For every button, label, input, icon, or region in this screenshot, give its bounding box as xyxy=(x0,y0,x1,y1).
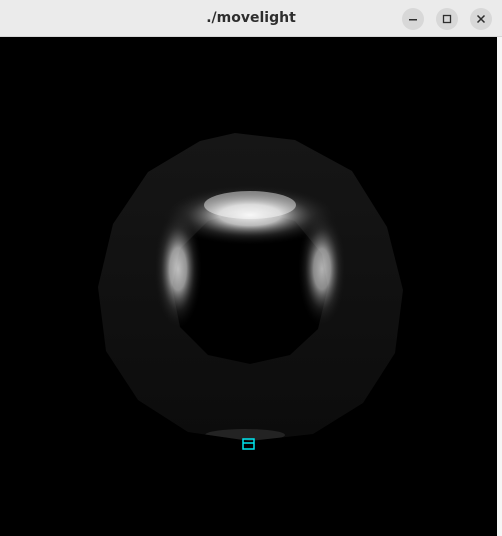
close-button[interactable] xyxy=(470,8,492,30)
minimize-icon xyxy=(409,19,417,21)
close-icon xyxy=(476,14,486,24)
minimize-button[interactable] xyxy=(402,8,424,30)
maximize-button[interactable] xyxy=(436,8,458,30)
maximize-icon xyxy=(442,14,452,24)
title-bar[interactable]: ./movelight xyxy=(0,0,502,37)
torus-shape xyxy=(98,133,403,441)
app-window: ./movelight xyxy=(0,0,502,536)
opengl-canvas[interactable] xyxy=(0,37,497,536)
window-edge xyxy=(497,37,502,536)
window-title: ./movelight xyxy=(206,10,296,26)
